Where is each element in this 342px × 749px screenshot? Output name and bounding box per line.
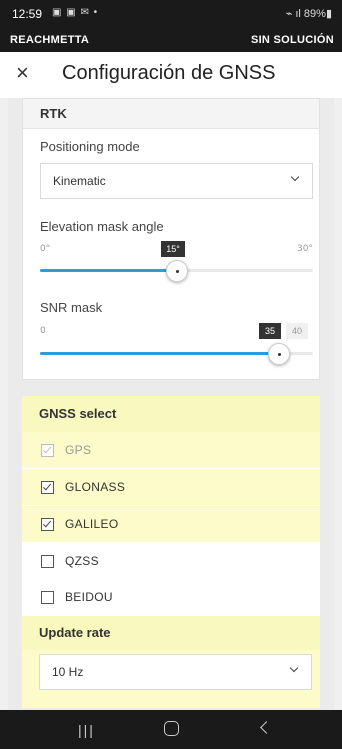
qzss-checkbox[interactable] (41, 555, 54, 568)
rtk-header: RTK (23, 99, 319, 129)
device-name: REACHMETTA (10, 34, 90, 46)
device-banner: REACHMETTA SIN SOLUCIÓN (0, 30, 342, 52)
notification-icons: ▣ ▣ ✉ • (52, 7, 99, 18)
solution-status: SIN SOLUCIÓN (250, 34, 334, 46)
positioning-mode-select[interactable]: Kinematic (40, 163, 313, 199)
gnss-item-galileo[interactable]: GALILEO (22, 506, 320, 542)
back-icon[interactable] (260, 721, 273, 734)
positioning-mode-label: Positioning mode (40, 139, 140, 154)
snr-mask-fill (40, 352, 279, 355)
rtk-card: RTK Positioning mode Kinematic Elevation… (22, 98, 320, 380)
gnss-item-glonass[interactable]: GLONASS (22, 469, 320, 505)
snr-mask-max: 40 (286, 323, 308, 339)
update-rate-section: 10 Hz (22, 650, 320, 708)
qzss-label: QZSS (65, 554, 99, 568)
check-icon (42, 518, 52, 528)
elevation-mask-min: 0° (40, 244, 51, 254)
close-icon[interactable]: × (16, 60, 29, 86)
update-rate-header: Update rate (22, 616, 320, 650)
status-bar: 12:59 ▣ ▣ ✉ • ⌁ ıl 89%▮ (0, 0, 342, 30)
battery-signal-status: ⌁ ıl 89%▮ (285, 8, 332, 20)
glonass-label: GLONASS (65, 480, 126, 494)
home-icon[interactable] (164, 721, 179, 736)
elevation-mask-max: 30° (297, 244, 313, 254)
beidou-checkbox[interactable] (41, 591, 54, 604)
status-time: 12:59 (12, 7, 43, 21)
snr-mask-label: SNR mask (40, 300, 103, 315)
elevation-mask-label: Elevation mask angle (40, 219, 164, 234)
gnss-select-header: GNSS select (22, 396, 320, 432)
snr-mask-min: 0 (40, 326, 46, 336)
page-title: Configuración de GNSS (62, 62, 276, 84)
gnss-card: GNSS select GPS GLONASS GALILEO QZSS BEI… (22, 396, 320, 708)
snr-mask-thumb[interactable] (267, 343, 290, 365)
beidou-label: BEIDOU (65, 590, 113, 604)
galileo-label: GALILEO (65, 517, 119, 531)
update-rate-select[interactable]: 10 Hz (39, 654, 312, 690)
gps-label: GPS (65, 443, 92, 457)
gps-checkbox[interactable] (41, 444, 54, 457)
system-nav-bar: ||| (0, 710, 342, 749)
update-rate-value: 10 Hz (52, 665, 84, 679)
gnss-item-gps[interactable]: GPS (22, 432, 320, 468)
glonass-checkbox[interactable] (41, 481, 54, 494)
galileo-checkbox[interactable] (41, 518, 54, 531)
elevation-mask-thumb[interactable] (165, 260, 188, 282)
app-bar: × Configuración de GNSS (0, 52, 342, 98)
settings-scroll-area[interactable]: RTK Positioning mode Kinematic Elevation… (8, 98, 334, 710)
check-icon (42, 444, 52, 454)
positioning-mode-value: Kinematic (53, 174, 106, 188)
check-icon (42, 481, 52, 491)
snr-mask-value: 35 (259, 323, 281, 339)
gnss-item-qzss[interactable]: QZSS (22, 543, 320, 579)
recents-icon[interactable]: ||| (78, 722, 95, 738)
elevation-mask-fill (40, 269, 177, 272)
elevation-mask-value: 15° (161, 241, 185, 257)
chevron-down-icon (292, 174, 300, 182)
gnss-item-beidou[interactable]: BEIDOU (22, 579, 320, 615)
chevron-down-icon (291, 665, 299, 673)
